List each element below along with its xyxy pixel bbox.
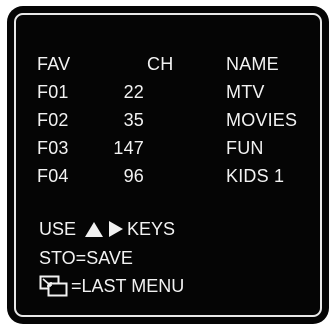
keys-label: KEYS <box>127 219 176 239</box>
use-keys-hint: USE KEYS <box>39 220 175 238</box>
fav-name[interactable]: FUN <box>226 139 264 157</box>
header-fav: FAV <box>37 54 71 74</box>
right-arrow-icon <box>109 221 124 237</box>
sto-save-hint: STO=SAVE <box>39 249 133 267</box>
fav-name[interactable]: MTV <box>226 83 265 101</box>
use-label: USE <box>39 219 77 239</box>
header-name: NAME <box>226 54 279 74</box>
last-menu-hint: =LAST MENU <box>39 275 184 297</box>
sto-save-label: STO=SAVE <box>39 248 133 268</box>
fav-name[interactable]: KIDS 1 <box>226 167 284 185</box>
fav-channel[interactable]: 147 <box>113 139 144 157</box>
fav-name[interactable]: MOVIES <box>226 111 297 129</box>
fav-channel[interactable]: 22 <box>124 83 144 101</box>
fav-channel[interactable]: 96 <box>124 167 144 185</box>
osd-screen: FAV CH NAME F01 22 MTV F02 35 MOVIES F03… <box>7 6 329 324</box>
fav-id[interactable]: F01 <box>37 83 69 101</box>
fav-id[interactable]: F03 <box>37 139 69 157</box>
menu-icon <box>39 275 68 297</box>
last-menu-label: =LAST MENU <box>71 276 185 296</box>
fav-id[interactable]: F02 <box>37 111 69 129</box>
up-arrow-icon <box>85 221 104 237</box>
fav-id[interactable]: F04 <box>37 167 69 185</box>
header-ch: CH <box>147 54 174 74</box>
fav-channel[interactable]: 35 <box>124 111 144 129</box>
